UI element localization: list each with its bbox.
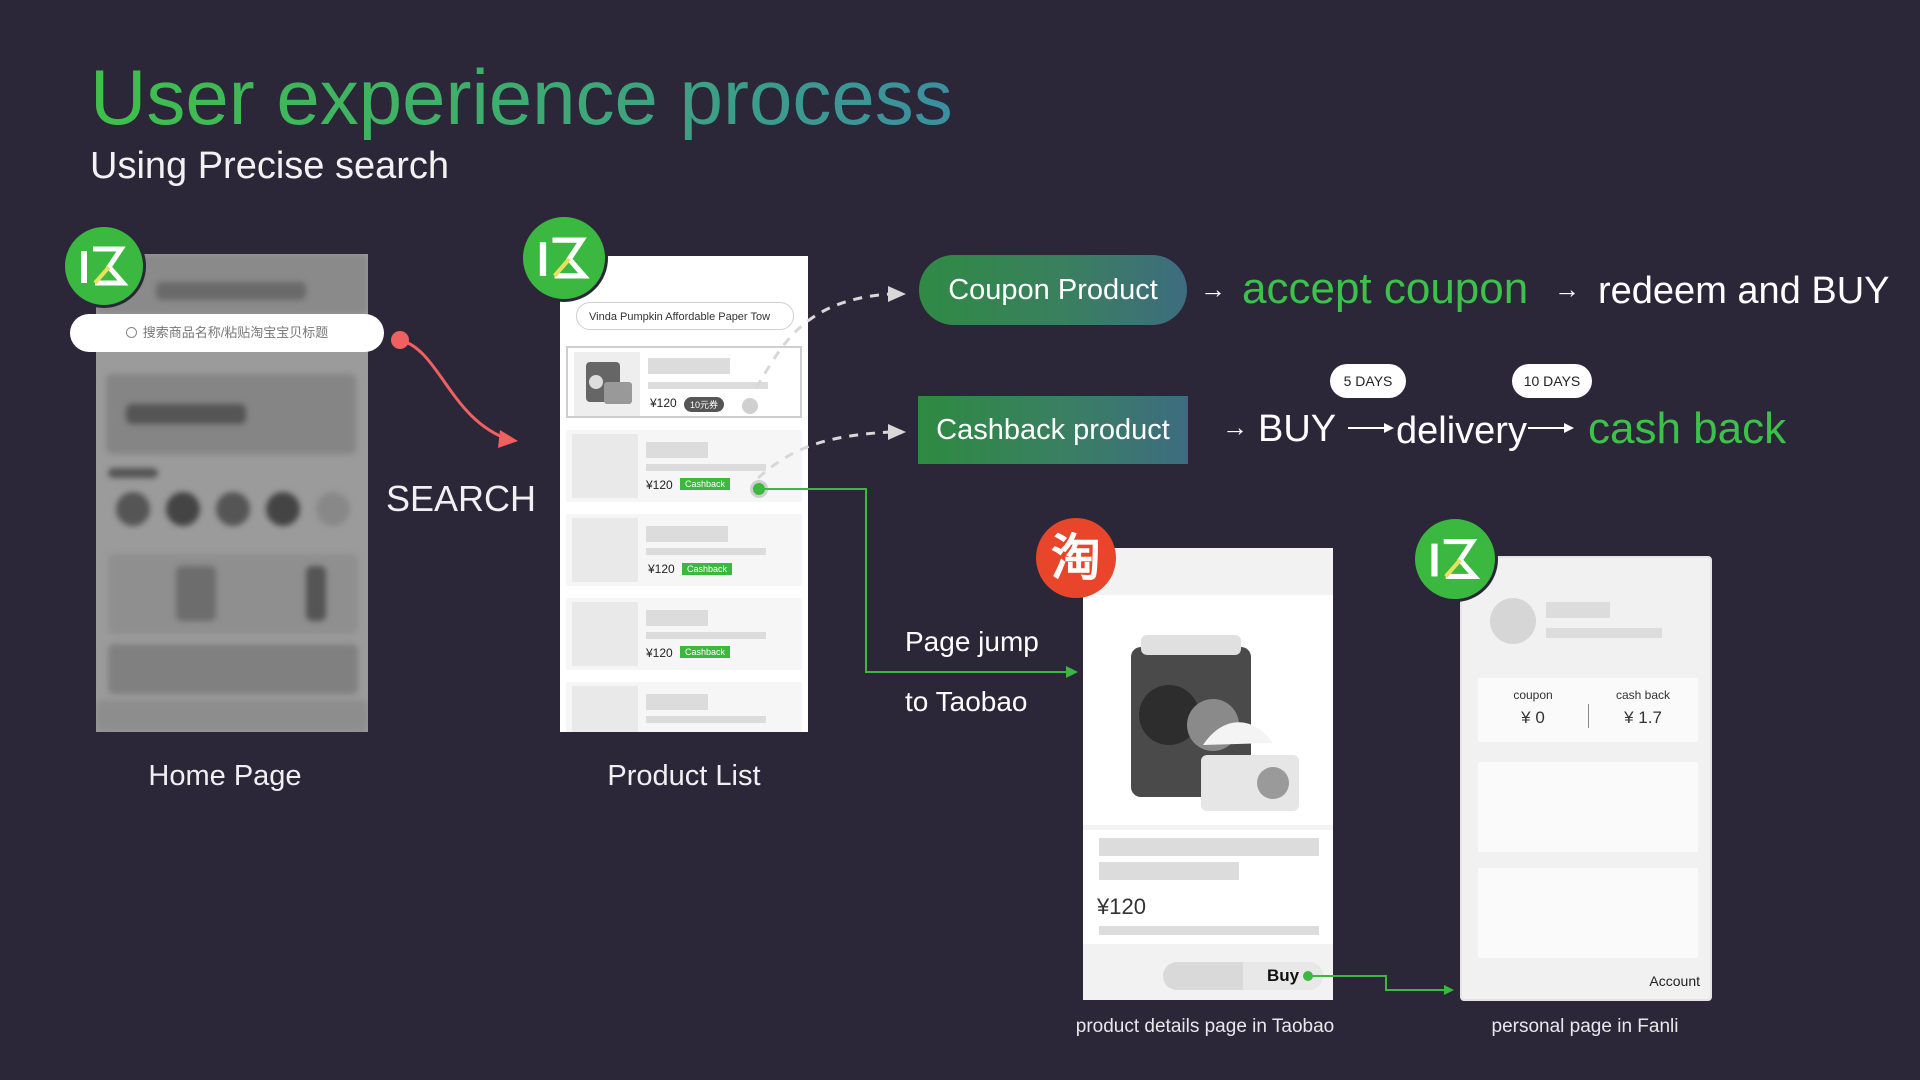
fanli-logo-icon	[1412, 516, 1498, 602]
product-thumbnail	[574, 352, 640, 416]
arrow-right-icon	[1528, 423, 1574, 433]
avatar	[1490, 598, 1536, 644]
product-thumbnail	[572, 518, 638, 582]
buy-to-account-connector	[1303, 971, 1454, 995]
account-tab[interactable]: Account	[1649, 973, 1700, 989]
arrow-right-icon: →	[1554, 274, 1580, 304]
cash-back-step: cash back	[1588, 404, 1787, 453]
cashback-badge: Cashback	[680, 478, 731, 490]
days-badge: 10 DAYS	[1512, 364, 1592, 398]
search-label: SEARCH	[386, 478, 537, 519]
product-thumbnail	[572, 686, 638, 732]
fanli-personal-page: coupon ¥ 0 cash back ¥ 1.7 Account	[1460, 556, 1712, 1001]
cashback-badge: Cashback	[680, 646, 731, 658]
cashback-value: ¥ 1.7	[1624, 708, 1662, 727]
cashback-badge: Cashback	[682, 563, 733, 575]
search-arrow	[391, 331, 518, 448]
coupon-value: ¥ 0	[1521, 708, 1545, 727]
arrow-right-icon	[1348, 423, 1394, 433]
days-badge: 5 DAYS	[1330, 364, 1406, 398]
redeem-buy-step: redeem and BUY	[1598, 270, 1890, 312]
fanli-logo-icon	[62, 224, 146, 308]
content-card	[1478, 868, 1698, 958]
page-jump-label: Page jump	[905, 626, 1039, 657]
coupon-product-pill: Coupon Product	[919, 255, 1187, 325]
product-info: ¥120	[1083, 830, 1333, 944]
arrow-right-icon: →	[1222, 412, 1248, 442]
buy-step: BUY	[1258, 408, 1337, 450]
page-jump-label-2: to Taobao	[905, 686, 1028, 717]
taobao-page-caption: product details page in Taobao	[1075, 1016, 1335, 1037]
search-icon	[125, 327, 137, 338]
home-search-input[interactable]: 搜索商品名称/粘贴淘宝宝贝标题	[70, 314, 384, 352]
buy-bar: Buy	[1163, 962, 1323, 990]
product-thumbnail	[572, 602, 638, 666]
home-page-caption: Home Page	[148, 760, 302, 792]
flow-connectors	[754, 286, 906, 480]
taobao-logo-icon: 淘	[1036, 518, 1116, 598]
arrow-right-icon: →	[1200, 274, 1226, 304]
delivery-step: delivery	[1396, 410, 1527, 452]
page-title: User experience process	[90, 53, 953, 141]
content-card	[1478, 762, 1698, 852]
cashback-product-pill: Cashback product	[918, 396, 1188, 464]
page-subtitle: Using Precise search	[90, 145, 450, 187]
product-price: ¥120	[1097, 894, 1146, 919]
taobao-product-page: ¥120 Buy	[1083, 548, 1333, 1000]
product-image	[1083, 595, 1333, 825]
product-thumbnail	[572, 434, 638, 498]
product-list-caption: Product List	[607, 760, 761, 792]
balance-card: coupon ¥ 0 cash back ¥ 1.7	[1478, 678, 1698, 742]
accept-coupon-step: accept coupon	[1242, 264, 1529, 313]
fanli-logo-icon	[520, 214, 608, 302]
page-jump-connector	[758, 488, 1078, 678]
fanli-page-caption: personal page in Fanli	[1491, 1016, 1679, 1037]
coupon-badge: 10元券	[684, 397, 725, 412]
